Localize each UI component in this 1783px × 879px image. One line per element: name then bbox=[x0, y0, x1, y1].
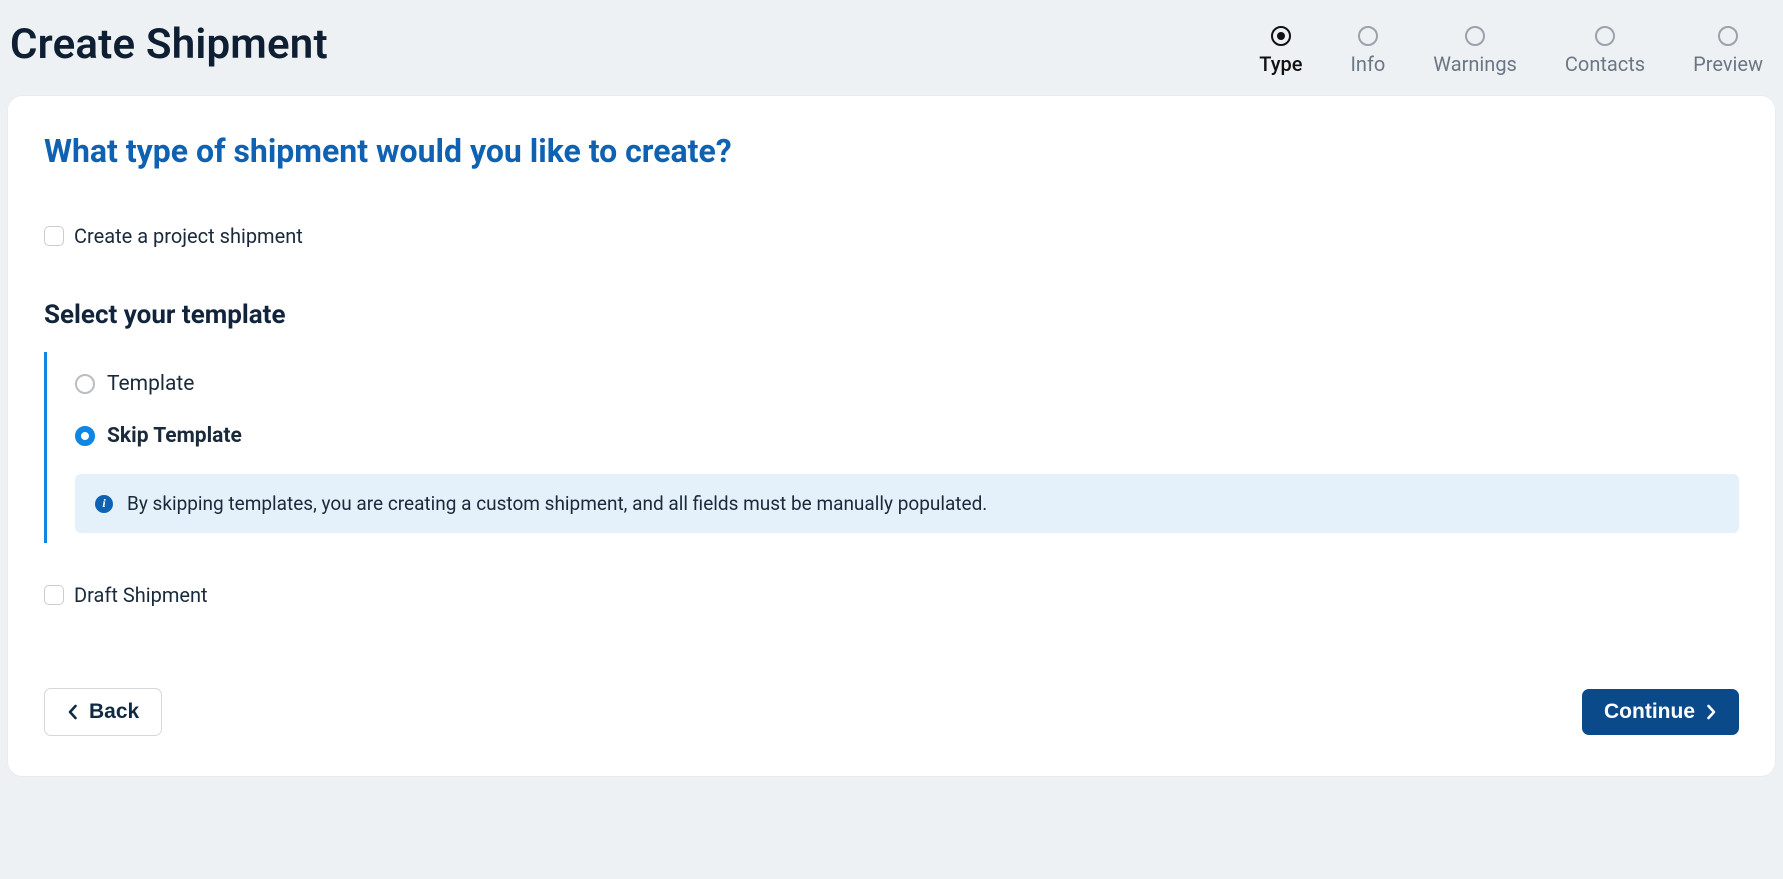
page-title: Create Shipment bbox=[10, 20, 328, 69]
chevron-right-icon bbox=[1705, 704, 1717, 720]
step-circle-icon bbox=[1595, 26, 1615, 46]
back-button[interactable]: Back bbox=[44, 688, 162, 736]
step-label: Type bbox=[1259, 52, 1302, 76]
question-heading: What type of shipment would you like to … bbox=[44, 132, 1739, 170]
back-button-label: Back bbox=[89, 700, 139, 724]
step-circle-icon bbox=[1271, 26, 1291, 46]
radio-skip-template-row[interactable]: Skip Template bbox=[75, 414, 1739, 466]
radio-template-row[interactable]: Template bbox=[75, 362, 1739, 414]
step-info[interactable]: Info bbox=[1350, 26, 1385, 76]
step-warnings[interactable]: Warnings bbox=[1433, 26, 1517, 76]
step-preview[interactable]: Preview bbox=[1693, 26, 1763, 76]
draft-shipment-label: Draft Shipment bbox=[74, 583, 208, 607]
radio-template[interactable] bbox=[75, 374, 95, 394]
template-heading: Select your template bbox=[44, 300, 1739, 330]
radio-skip-template-label: Skip Template bbox=[107, 424, 242, 448]
info-banner-text: By skipping templates, you are creating … bbox=[127, 492, 987, 515]
step-circle-icon bbox=[1718, 26, 1738, 46]
step-label: Info bbox=[1350, 52, 1385, 76]
project-shipment-label: Create a project shipment bbox=[74, 224, 303, 248]
chevron-left-icon bbox=[67, 704, 79, 720]
project-shipment-checkbox[interactable] bbox=[44, 226, 64, 246]
radio-skip-template[interactable] bbox=[75, 426, 95, 446]
project-shipment-row[interactable]: Create a project shipment bbox=[44, 224, 1739, 248]
radio-template-label: Template bbox=[107, 372, 194, 396]
step-type[interactable]: Type bbox=[1259, 26, 1302, 76]
step-label: Preview bbox=[1693, 52, 1763, 76]
info-banner: i By skipping templates, you are creatin… bbox=[75, 474, 1739, 533]
continue-button[interactable]: Continue bbox=[1582, 689, 1739, 735]
step-label: Contacts bbox=[1565, 52, 1645, 76]
stepper: Type Info Warnings Contacts Preview bbox=[1259, 20, 1773, 76]
info-icon: i bbox=[95, 495, 113, 513]
step-label: Warnings bbox=[1433, 52, 1517, 76]
footer-row: Back Continue bbox=[44, 628, 1739, 736]
draft-shipment-checkbox[interactable] bbox=[44, 585, 64, 605]
step-circle-icon bbox=[1465, 26, 1485, 46]
step-contacts[interactable]: Contacts bbox=[1565, 26, 1645, 76]
form-card: What type of shipment would you like to … bbox=[8, 96, 1775, 776]
draft-shipment-row[interactable]: Draft Shipment bbox=[44, 583, 1739, 607]
step-circle-icon bbox=[1358, 26, 1378, 46]
template-block: Template Skip Template i By skipping tem… bbox=[44, 352, 1739, 543]
continue-button-label: Continue bbox=[1604, 700, 1695, 724]
